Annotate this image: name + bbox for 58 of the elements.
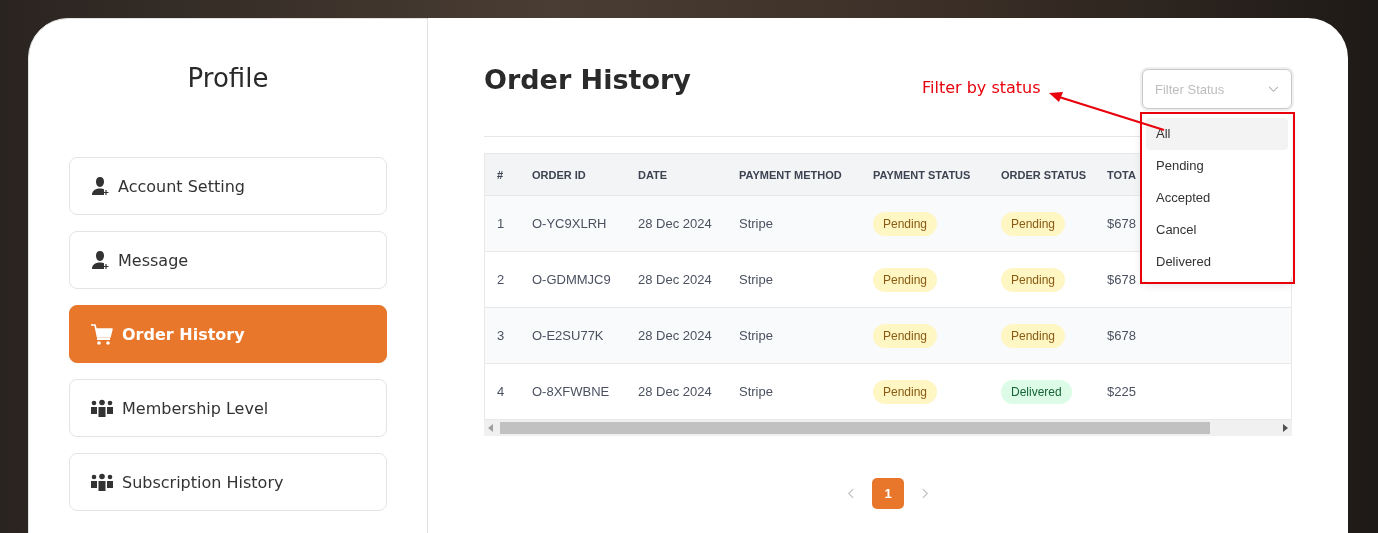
- panel-title: Profile: [186, 63, 270, 93]
- table-cell-text: 3: [496, 328, 506, 343]
- user-plus-icon: [90, 250, 110, 270]
- status-badge: Pending: [1001, 323, 1066, 348]
- table-cell-text: $678: [1106, 328, 1137, 343]
- scroll-right-icon[interactable]: [1282, 424, 1288, 432]
- cart-icon: [90, 323, 114, 345]
- table-cell-text: Stripe: [738, 328, 774, 343]
- dropdown-option[interactable]: Pending: [1146, 150, 1288, 182]
- table-cell-text: O-YC9XLRH: [531, 216, 608, 231]
- user-plus-icon: [90, 176, 110, 196]
- table-cell-text: O-8XFWBNE: [531, 384, 611, 399]
- sidebar-item[interactable]: Message: [69, 231, 387, 289]
- table-cell-text: O-E2SU77K: [531, 328, 605, 343]
- column-header: PAYMENT STATUS: [872, 168, 972, 181]
- chevron-right-icon: [922, 488, 929, 499]
- sidebar-item[interactable]: Account Setting: [69, 157, 387, 215]
- table-cell-text: $225: [1106, 384, 1137, 399]
- status-badge: Pending: [873, 379, 938, 404]
- table-cell-text: 28 Dec 2024: [637, 328, 713, 343]
- status-badge: Pending: [1001, 211, 1066, 236]
- dropdown-option[interactable]: All: [1146, 118, 1288, 150]
- table-cell-text: 28 Dec 2024: [637, 384, 713, 399]
- status-badge: Pending: [1001, 267, 1066, 292]
- dropdown-option[interactable]: Delivered: [1146, 246, 1288, 278]
- table-cell-text: Stripe: [738, 216, 774, 231]
- status-badge: Pending: [873, 323, 938, 348]
- table-cell-text: 1: [496, 216, 506, 231]
- annotation-label: Filter by status: [922, 78, 1041, 97]
- table-cell-text: 2: [496, 272, 506, 287]
- table-cell-text: 28 Dec 2024: [637, 216, 713, 231]
- table-cell-text: 28 Dec 2024: [637, 272, 713, 287]
- table-cell-text: Stripe: [738, 272, 774, 287]
- chevron-down-icon: [1268, 85, 1279, 93]
- scroll-left-icon[interactable]: [488, 424, 494, 432]
- table-cell-text: O-GDMMJC9: [531, 272, 612, 287]
- dropdown-option[interactable]: Accepted: [1146, 182, 1288, 214]
- column-header: PAYMENT METHOD: [738, 168, 843, 181]
- group-icon: [90, 399, 114, 417]
- status-badge: Pending: [873, 267, 938, 292]
- column-header: ORDER STATUS: [1000, 168, 1088, 181]
- column-header: ORDER ID: [531, 168, 587, 181]
- status-badge: Delivered: [1001, 379, 1072, 404]
- dropdown-option[interactable]: Cancel: [1146, 214, 1288, 246]
- table-cell-text: $678: [1106, 272, 1137, 287]
- table-cell-text: 4: [496, 384, 506, 399]
- sidebar-item[interactable]: Membership Level: [69, 379, 387, 437]
- status-badge: Pending: [873, 211, 938, 236]
- sidebar-item[interactable]: Subscription History: [69, 453, 387, 511]
- group-icon: [90, 473, 114, 491]
- table-cell-text: Stripe: [738, 384, 774, 399]
- table-cell-text: $678: [1106, 216, 1137, 231]
- page-title: Order History: [484, 63, 691, 97]
- column-header: #: [496, 168, 505, 181]
- column-header: TOTA: [1106, 168, 1137, 181]
- horizontal-scrollbar[interactable]: [484, 420, 1292, 436]
- column-header: DATE: [637, 168, 669, 181]
- chevron-left-icon: [847, 488, 854, 499]
